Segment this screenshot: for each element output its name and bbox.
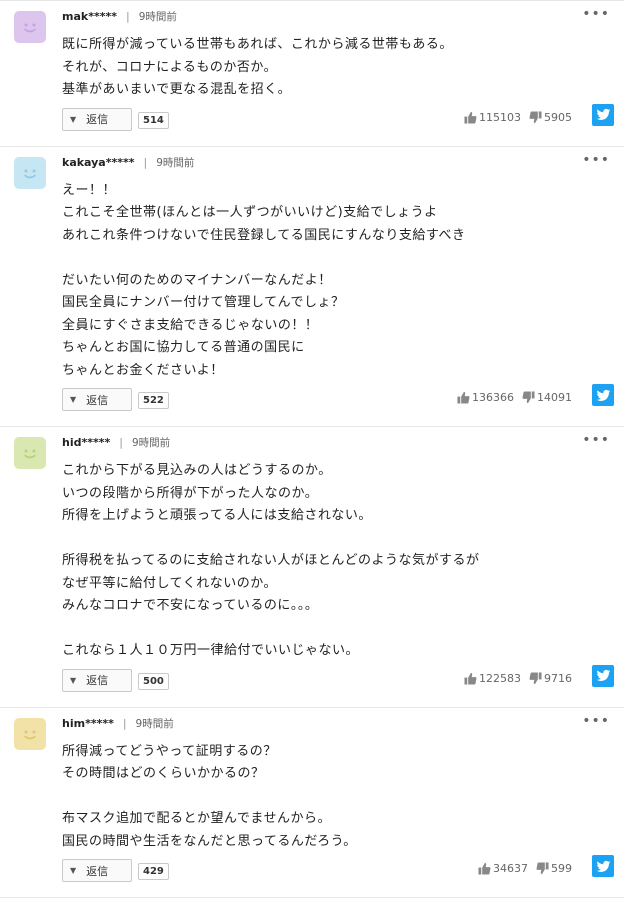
reply-count-badge: 429 [138, 863, 169, 880]
avatar[interactable] [14, 11, 46, 43]
timestamp: 9時間前 [139, 9, 177, 24]
timestamp: 9時間前 [136, 716, 174, 731]
dislike-count: 599 [551, 862, 572, 875]
like-button[interactable]: 115103 [464, 111, 521, 124]
vote-group: 122583 9716 [464, 672, 572, 685]
caret-down-icon: ▼ [70, 395, 76, 404]
face-icon [19, 16, 41, 38]
more-options-icon[interactable]: ••• [582, 713, 610, 729]
dislike-button[interactable]: 5905 [529, 111, 572, 124]
caret-down-icon: ▼ [70, 676, 76, 685]
divider: | [119, 436, 123, 449]
comment-text: 所得減ってどうやって証明するの？ その時間はどのくらいかかるの？ 布マスク追加で… [62, 718, 624, 854]
caret-down-icon: ▼ [70, 866, 76, 875]
timestamp: 9時間前 [156, 155, 194, 170]
reply-button[interactable]: ▼ 返信 [62, 669, 132, 692]
reply-button[interactable]: ▼ 返信 [62, 859, 132, 882]
username[interactable]: kakaya***** [62, 156, 135, 169]
username[interactable]: hid***** [62, 436, 110, 449]
thumbs-down-icon [529, 672, 542, 685]
reply-label: 返信 [86, 111, 108, 127]
dislike-count: 9716 [544, 672, 572, 685]
vote-group: 136366 14091 [457, 391, 572, 404]
twitter-icon [596, 668, 611, 683]
thumbs-down-icon [522, 391, 535, 404]
like-button[interactable]: 34637 [478, 862, 528, 875]
thumbs-down-icon [529, 111, 542, 124]
twitter-icon [596, 107, 611, 122]
comment: kakaya***** | 9時間前 ••• えー！！ これこそ全世帯(ほんとは… [0, 147, 624, 428]
more-options-icon[interactable]: ••• [582, 432, 610, 448]
username[interactable]: him***** [62, 717, 114, 730]
thumbs-down-icon [536, 862, 549, 875]
like-button[interactable]: 122583 [464, 672, 521, 685]
avatar[interactable] [14, 437, 46, 469]
like-count: 136366 [472, 391, 514, 404]
comment-actions: ▼ 返信 514 115103 5905 [0, 108, 624, 146]
face-icon [19, 442, 41, 464]
like-count: 115103 [479, 111, 521, 124]
reply-count-badge: 514 [138, 112, 169, 129]
dislike-button[interactable]: 14091 [522, 391, 572, 404]
reply-label: 返信 [86, 672, 108, 688]
comment-header: him***** | 9時間前 [62, 716, 174, 731]
comment-header: hid***** | 9時間前 [62, 435, 170, 450]
divider: | [144, 156, 148, 169]
twitter-share-button[interactable] [592, 384, 614, 406]
like-count: 34637 [493, 862, 528, 875]
avatar[interactable] [14, 718, 46, 750]
thumbs-up-icon [464, 672, 477, 685]
timestamp: 9時間前 [132, 435, 170, 450]
username[interactable]: mak***** [62, 10, 117, 23]
like-button[interactable]: 136366 [457, 391, 514, 404]
comment: mak***** | 9時間前 ••• 既に所得が減っている世帯もあれば、これか… [0, 0, 624, 147]
comment-header: kakaya***** | 9時間前 [62, 155, 194, 170]
face-icon [19, 162, 41, 184]
like-count: 122583 [479, 672, 521, 685]
thumbs-up-icon [478, 862, 491, 875]
comment: him***** | 9時間前 ••• 所得減ってどうやって証明するの？ その時… [0, 708, 624, 898]
divider: | [123, 717, 127, 730]
comment-text: 既に所得が減っている世帯もあれば、これから減る世帯もある。 それが、コロナによる… [62, 11, 624, 102]
reply-label: 返信 [86, 392, 108, 408]
divider: | [126, 10, 130, 23]
twitter-icon [596, 388, 611, 403]
more-options-icon[interactable]: ••• [582, 152, 610, 168]
reply-button[interactable]: ▼ 返信 [62, 388, 132, 411]
reply-count-badge: 500 [138, 673, 169, 690]
vote-group: 115103 5905 [464, 111, 572, 124]
comment-actions: ▼ 返信 522 136366 14091 [0, 388, 624, 426]
reply-count-badge: 522 [138, 392, 169, 409]
dislike-count: 14091 [537, 391, 572, 404]
dislike-button[interactable]: 599 [536, 862, 572, 875]
face-icon [19, 723, 41, 745]
twitter-share-button[interactable] [592, 855, 614, 877]
comment-actions: ▼ 返信 500 122583 9716 [0, 669, 624, 707]
comment-text: えー！！ これこそ全世帯(ほんとは一人ずつがいいけど)支給でしょうよ あれこれ条… [62, 157, 624, 383]
twitter-share-button[interactable] [592, 104, 614, 126]
comment-header: mak***** | 9時間前 [62, 9, 177, 24]
comment-text: これから下がる見込みの人はどうするのか。 いつの段階から所得が下がった人なのか。… [62, 437, 624, 663]
dislike-count: 5905 [544, 111, 572, 124]
comment: hid***** | 9時間前 ••• これから下がる見込みの人はどうするのか。… [0, 427, 624, 708]
reply-label: 返信 [86, 863, 108, 879]
thumbs-up-icon [464, 111, 477, 124]
thumbs-up-icon [457, 391, 470, 404]
twitter-share-button[interactable] [592, 665, 614, 687]
more-options-icon[interactable]: ••• [582, 6, 610, 22]
reply-button[interactable]: ▼ 返信 [62, 108, 132, 131]
vote-group: 34637 599 [478, 862, 572, 875]
twitter-icon [596, 859, 611, 874]
comment-list: mak***** | 9時間前 ••• 既に所得が減っている世帯もあれば、これか… [0, 0, 624, 898]
caret-down-icon: ▼ [70, 115, 76, 124]
comment-actions: ▼ 返信 429 34637 599 [0, 859, 624, 897]
avatar[interactable] [14, 157, 46, 189]
dislike-button[interactable]: 9716 [529, 672, 572, 685]
